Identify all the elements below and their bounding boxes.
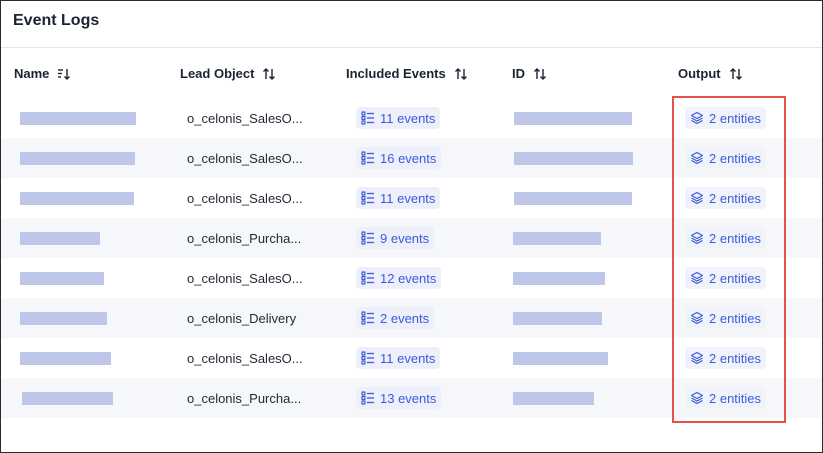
included-events-badge[interactable]: 9 events [356, 227, 435, 249]
output-entities-badge[interactable]: 2 entities [685, 347, 767, 369]
included-events-label: 13 events [380, 390, 437, 406]
redacted-name [20, 152, 135, 165]
output-entities-label: 2 entities [709, 230, 762, 246]
column-label-lead-object: Lead Object [180, 66, 255, 81]
event-list-icon [361, 271, 375, 285]
output-entities-badge[interactable]: 2 entities [685, 107, 767, 129]
lead-object-cell: o_celonis_SalesO... [187, 271, 303, 286]
included-events-badge[interactable]: 11 events [356, 107, 441, 129]
redacted-name [20, 352, 111, 365]
included-events-badge[interactable]: 11 events [356, 187, 441, 209]
included-events-badge[interactable]: 11 events [356, 347, 441, 369]
included-events-badge[interactable]: 2 events [356, 307, 435, 329]
included-events-label: 11 events [380, 350, 436, 366]
layers-icon [690, 111, 704, 125]
panel-header: Event Logs [1, 1, 822, 48]
table-row[interactable]: o_celonis_Purcha... 9 events 2 entities [1, 218, 822, 258]
column-header-lead-object[interactable]: Lead Object [180, 66, 276, 81]
layers-icon [690, 351, 704, 365]
column-header-output[interactable]: Output [678, 66, 743, 81]
layers-icon [690, 191, 704, 205]
page-title: Event Logs [13, 12, 100, 29]
redacted-id [514, 152, 633, 165]
sort-icon[interactable] [262, 67, 276, 81]
event-list-icon [361, 311, 375, 325]
redacted-id [513, 232, 601, 245]
output-entities-label: 2 entities [709, 190, 762, 206]
event-list-icon [361, 111, 375, 125]
table-row[interactable]: o_celonis_SalesO... 16 events 2 entities [1, 138, 822, 178]
redacted-name [22, 392, 113, 405]
layers-icon [690, 151, 704, 165]
sort-descending-icon[interactable] [57, 67, 71, 81]
output-entities-label: 2 entities [709, 270, 762, 286]
redacted-name [20, 232, 100, 245]
redacted-id [513, 312, 602, 325]
sort-icon[interactable] [533, 67, 547, 81]
redacted-name [20, 272, 104, 285]
output-entities-badge[interactable]: 2 entities [685, 307, 767, 329]
output-entities-badge[interactable]: 2 entities [685, 227, 767, 249]
redacted-id [513, 272, 605, 285]
event-list-icon [361, 351, 375, 365]
included-events-badge[interactable]: 13 events [356, 387, 442, 409]
output-entities-badge[interactable]: 2 entities [685, 147, 767, 169]
column-header-name[interactable]: Name [14, 66, 71, 81]
output-entities-badge[interactable]: 2 entities [685, 187, 767, 209]
event-list-icon [361, 231, 375, 245]
table-row[interactable]: o_celonis_SalesO... 11 events 2 entities [1, 178, 822, 218]
lead-object-cell: o_celonis_SalesO... [187, 151, 303, 166]
output-entities-badge[interactable]: 2 entities [685, 387, 767, 409]
redacted-id [513, 392, 594, 405]
event-logs-panel: Event Logs Name Lead Object Included Eve… [0, 0, 823, 453]
output-entities-label: 2 entities [709, 390, 762, 406]
included-events-badge[interactable]: 16 events [356, 147, 442, 169]
included-events-label: 16 events [380, 150, 437, 166]
column-label-included-events: Included Events [346, 66, 446, 81]
redacted-name [20, 112, 136, 125]
included-events-label: 11 events [380, 190, 436, 206]
included-events-label: 9 events [380, 230, 430, 246]
lead-object-cell: o_celonis_Purcha... [187, 231, 302, 246]
redacted-id [514, 112, 632, 125]
layers-icon [690, 231, 704, 245]
column-label-output: Output [678, 66, 721, 81]
sort-icon[interactable] [454, 67, 468, 81]
layers-icon [690, 271, 704, 285]
event-list-icon [361, 191, 375, 205]
output-entities-label: 2 entities [709, 110, 762, 126]
column-header-id[interactable]: ID [512, 66, 547, 81]
lead-object-cell: o_celonis_Delivery [187, 311, 297, 326]
included-events-badge[interactable]: 12 events [356, 267, 442, 289]
lead-object-cell: o_celonis_SalesO... [187, 191, 303, 206]
output-entities-label: 2 entities [709, 310, 762, 326]
lead-object-cell: o_celonis_SalesO... [187, 351, 303, 366]
column-header-included-events[interactable]: Included Events [346, 66, 468, 81]
column-label-id: ID [512, 66, 525, 81]
layers-icon [690, 391, 704, 405]
included-events-label: 12 events [380, 270, 437, 286]
redacted-id [514, 192, 632, 205]
redacted-name [20, 312, 107, 325]
event-list-icon [361, 151, 375, 165]
table-row[interactable]: o_celonis_SalesO... 11 events 2 entities [1, 98, 822, 138]
table-row[interactable]: o_celonis_Delivery 2 events 2 entities [1, 298, 822, 338]
included-events-label: 11 events [380, 110, 436, 126]
included-events-label: 2 events [380, 310, 430, 326]
table-row[interactable]: o_celonis_SalesO... 12 events 2 entities [1, 258, 822, 298]
output-entities-badge[interactable]: 2 entities [685, 267, 767, 289]
sort-icon[interactable] [729, 67, 743, 81]
output-entities-label: 2 entities [709, 150, 762, 166]
output-entities-label: 2 entities [709, 350, 762, 366]
lead-object-cell: o_celonis_Purcha... [187, 391, 302, 406]
table-row[interactable]: o_celonis_SalesO... 11 events 2 entities [1, 338, 822, 378]
column-label-name: Name [14, 66, 50, 81]
table-header: Name Lead Object Included Events ID Outp… [1, 63, 822, 87]
table-row[interactable]: o_celonis_Purcha... 13 events 2 entities [1, 378, 822, 418]
event-list-icon [361, 391, 375, 405]
redacted-name [20, 192, 134, 205]
lead-object-cell: o_celonis_SalesO... [187, 111, 303, 126]
redacted-id [513, 352, 608, 365]
layers-icon [690, 311, 704, 325]
